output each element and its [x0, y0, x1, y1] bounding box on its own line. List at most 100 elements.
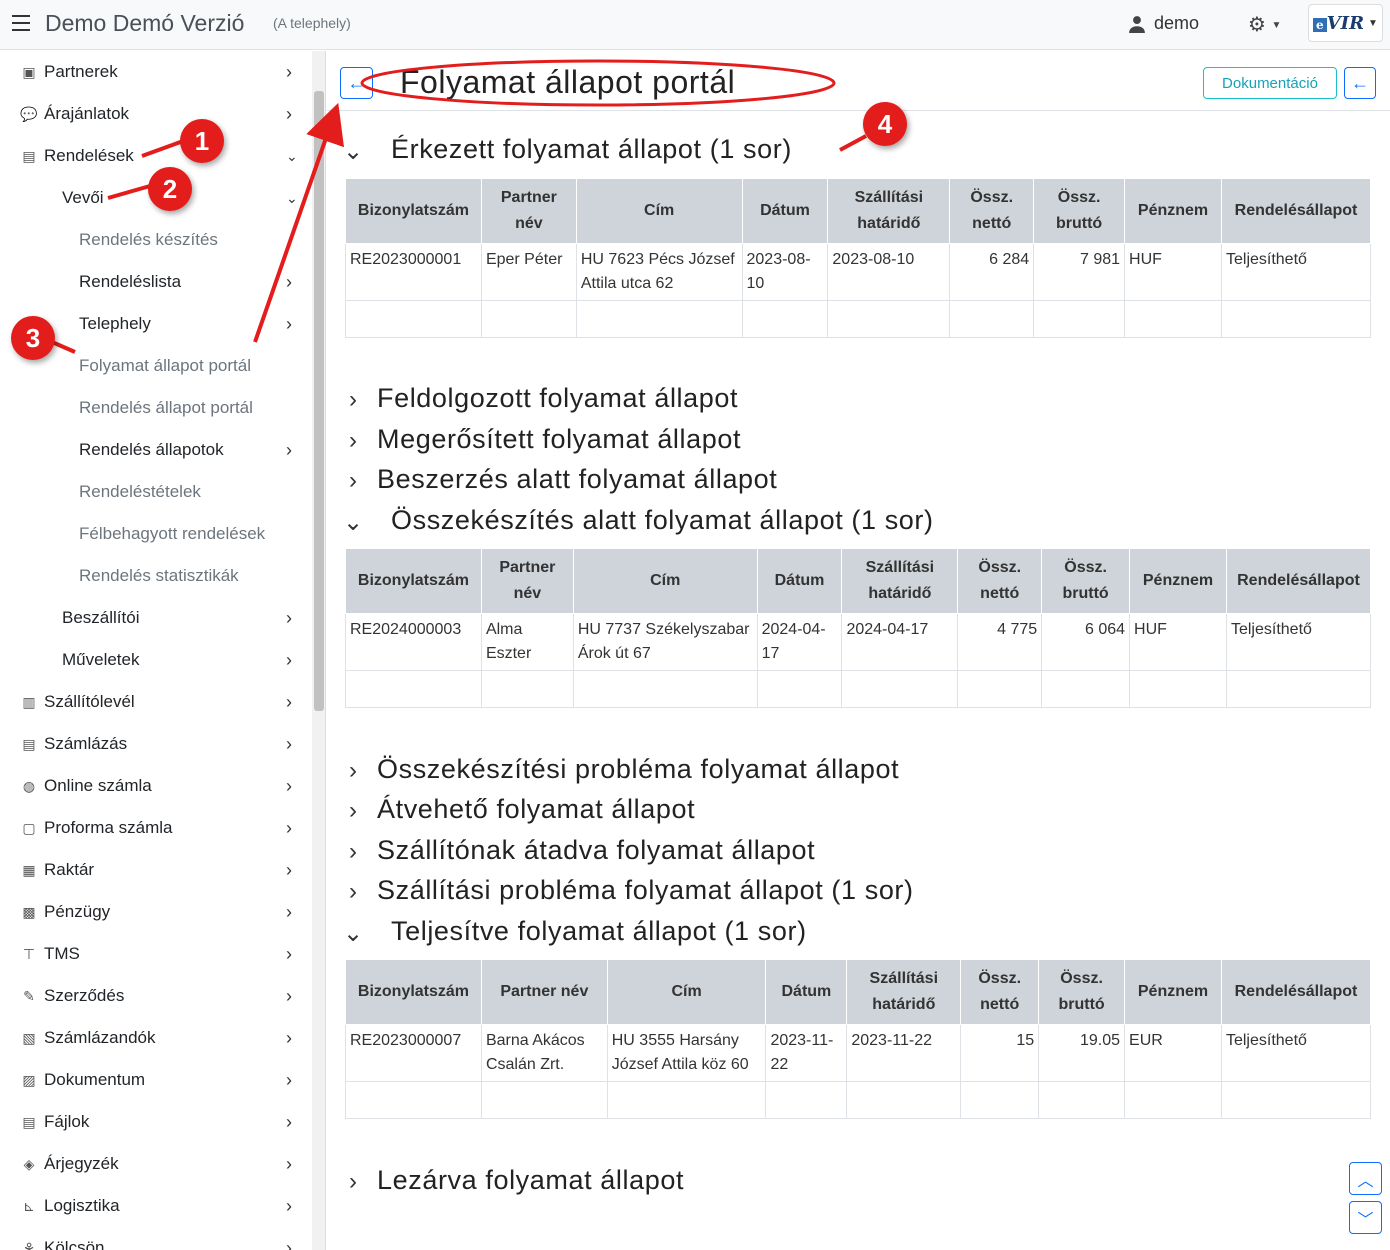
sidebar-item-supplier[interactable]: Beszállítói › [0, 597, 312, 639]
col-status[interactable]: Rendelésállapot [1220, 959, 1372, 1025]
table-row[interactable]: RE2023000007 Barna Akácos Csalán Zrt. HU… [345, 1024, 1372, 1082]
chevron-right-icon: › [286, 1027, 292, 1048]
sidebar-scrollbar[interactable] [312, 51, 326, 1250]
cell-doc-no: RE2023000001 [345, 243, 482, 301]
sidebar-item-create-order[interactable]: Rendelés készítés [0, 219, 312, 261]
sidebar-item-invoicing[interactable]: ▤ Számlázás › [0, 723, 312, 765]
documentation-button[interactable]: Dokumentáció [1203, 67, 1337, 99]
chevron-right-icon: › [286, 1195, 292, 1216]
sidebar-scrollbar-thumb[interactable] [314, 91, 324, 711]
col-doc-no[interactable]: Bizonylatszám [345, 178, 482, 244]
sidebar-item-order-status-portal[interactable]: Rendelés állapot portál [0, 387, 312, 429]
table-row[interactable]: RE2024000003 Alma Eszter HU 7737 Székely… [345, 613, 1372, 671]
chevron-down-icon: ⌄ [343, 920, 364, 947]
col-currency[interactable]: Pénznem [1129, 548, 1227, 614]
chevron-down-icon: ⌄ [343, 138, 364, 165]
back-button-right[interactable]: ← [1344, 67, 1376, 99]
sidebar-item-finance[interactable]: ▩ Pénzügy › [0, 891, 312, 933]
sidebar-item-to-invoice[interactable]: ▧ Számlázandók › [0, 1017, 312, 1059]
section-confirmed[interactable]: › Megerősített folyamat állapot [327, 423, 1390, 463]
sidebar-item-logistics[interactable]: ⊾ Logisztika › [0, 1185, 312, 1227]
col-partner[interactable]: Partner név [480, 178, 577, 244]
col-gross[interactable]: Össz. bruttó [1041, 548, 1131, 614]
sidebar-item-contract[interactable]: ✎ Szerződés › [0, 975, 312, 1017]
back-button[interactable]: ← [340, 67, 373, 99]
section-handed-to-carrier[interactable]: › Szállítónak átadva folyamat állapot [327, 834, 1390, 874]
scroll-up-button[interactable]: ︿ [1349, 1162, 1382, 1195]
sidebar-item-order-statistics[interactable]: Rendelés statisztikák [0, 555, 312, 597]
user-menu[interactable]: demo [1128, 13, 1199, 34]
sidebar-item-price-list[interactable]: ◈ Árjegyzék › [0, 1143, 312, 1185]
app-logo-menu[interactable]: e VIR ▼ [1308, 4, 1383, 42]
col-address[interactable]: Cím [606, 959, 767, 1025]
col-status[interactable]: Rendelésállapot [1220, 178, 1372, 244]
cell-deadline: 2023-11-22 [846, 1024, 962, 1082]
col-doc-no[interactable]: Bizonylatszám [345, 959, 482, 1025]
section-picking[interactable]: ⌄ Összekészítés alatt folyamat állapot (… [327, 504, 1390, 544]
sidebar-item-quotes[interactable]: 💬 Árajánlatok › [0, 93, 312, 135]
section-ready-for-pickup[interactable]: › Átvehető folyamat állapot [327, 793, 1390, 833]
sidebar-item-delivery-note[interactable]: ▥ Szállítólevél › [0, 681, 312, 723]
col-currency[interactable]: Pénznem [1124, 959, 1222, 1025]
col-deadline[interactable]: Szállítási határidő [827, 178, 951, 244]
section-procurement[interactable]: › Beszerzés alatt folyamat állapot [327, 463, 1390, 503]
cell-doc-no: RE2024000003 [345, 613, 482, 671]
tags-icon: ◈ [23, 1155, 35, 1172]
col-gross[interactable]: Össz. bruttó [1038, 959, 1126, 1025]
user-icon [1129, 15, 1145, 33]
table-row[interactable]: RE2023000001 Eper Péter HU 7623 Pécs Józ… [345, 243, 1372, 301]
user-name: demo [1154, 13, 1200, 33]
col-partner[interactable]: Partner név [480, 548, 574, 614]
col-gross[interactable]: Össz. bruttó [1033, 178, 1126, 244]
col-doc-no[interactable]: Bizonylatszám [345, 548, 482, 614]
chevron-right-icon: › [286, 649, 292, 670]
section-completed[interactable]: ⌄ Teljesítve folyamat állapot (1 sor) [327, 915, 1390, 955]
col-address[interactable]: Cím [572, 548, 758, 614]
chevron-right-icon: › [286, 691, 292, 712]
warehouse-icon: ▦ [22, 861, 36, 878]
sidebar-item-abandoned-orders[interactable]: Félbehagyott rendelések [0, 513, 312, 555]
col-deadline[interactable]: Szállítási határidő [846, 959, 962, 1025]
section-processed[interactable]: › Feldolgozott folyamat állapot [327, 382, 1390, 422]
settings-menu[interactable]: ⚙ ▼ [1248, 12, 1281, 37]
col-partner[interactable]: Partner név [480, 959, 608, 1025]
table-picking: Bizonylatszám Partner név Cím Dátum Szál… [345, 548, 1372, 708]
section-closed[interactable]: › Lezárva folyamat állapot [327, 1164, 1390, 1204]
col-net[interactable]: Össz. nettó [960, 959, 1040, 1025]
chevron-right-icon: › [349, 1168, 357, 1195]
section-picking-problem[interactable]: › Összekészítési probléma folyamat állap… [327, 753, 1390, 793]
cell-address: HU 3555 Harsány József Attila köz 60 [606, 1024, 767, 1082]
chevron-right-icon: › [349, 797, 357, 824]
sidebar-item-files[interactable]: ▤ Fájlok › [0, 1101, 312, 1143]
file-upload-icon: ▤ [22, 1113, 36, 1130]
col-deadline[interactable]: Szállítási határidő [841, 548, 959, 614]
col-date[interactable]: Dátum [765, 959, 848, 1025]
col-net[interactable]: Össz. nettó [957, 548, 1043, 614]
col-status[interactable]: Rendelésállapot [1225, 548, 1372, 614]
sidebar-item-order-list[interactable]: Rendeléslista › [0, 261, 312, 303]
section-received[interactable]: ⌄ Érkezett folyamat állapot (1 sor) [327, 133, 1390, 173]
chevron-right-icon: › [286, 103, 292, 124]
main-content: ← Folyamat állapot portál Dokumentáció ←… [327, 51, 1390, 1250]
pin-icon: ⊤ [22, 945, 36, 962]
col-net[interactable]: Össz. nettó [949, 178, 1035, 244]
sidebar-item-online-invoice[interactable]: ◍ Online számla › [0, 765, 312, 807]
sidebar-item-tms[interactable]: ⊤ TMS › [0, 933, 312, 975]
table-header-row: Bizonylatszám Partner név Cím Dátum Szál… [345, 959, 1372, 1025]
hamburger-menu-icon[interactable] [12, 15, 30, 33]
col-date[interactable]: Dátum [756, 548, 843, 614]
sidebar-item-loan[interactable]: ⚘ Kölcsön › [0, 1227, 312, 1250]
sidebar-item-operations[interactable]: Műveletek › [0, 639, 312, 681]
section-shipping-problem[interactable]: › Szállítási probléma folyamat állapot (… [327, 874, 1390, 914]
col-address[interactable]: Cím [575, 178, 743, 244]
cell-date: 2023-11-22 [765, 1024, 848, 1082]
col-date[interactable]: Dátum [741, 178, 829, 244]
sidebar-item-warehouse[interactable]: ▦ Raktár › [0, 849, 312, 891]
scroll-down-button[interactable]: ﹀ [1349, 1201, 1382, 1234]
sidebar-item-document[interactable]: ▨ Dokumentum › [0, 1059, 312, 1101]
sidebar-item-order-statuses[interactable]: Rendelés állapotok › [0, 429, 312, 471]
sidebar-item-partners[interactable]: ▣ Partnerek › [0, 51, 312, 93]
col-currency[interactable]: Pénznem [1124, 178, 1222, 244]
sidebar-item-order-lines[interactable]: Rendeléstételek [0, 471, 312, 513]
sidebar-item-proforma-invoice[interactable]: ▢ Proforma számla › [0, 807, 312, 849]
